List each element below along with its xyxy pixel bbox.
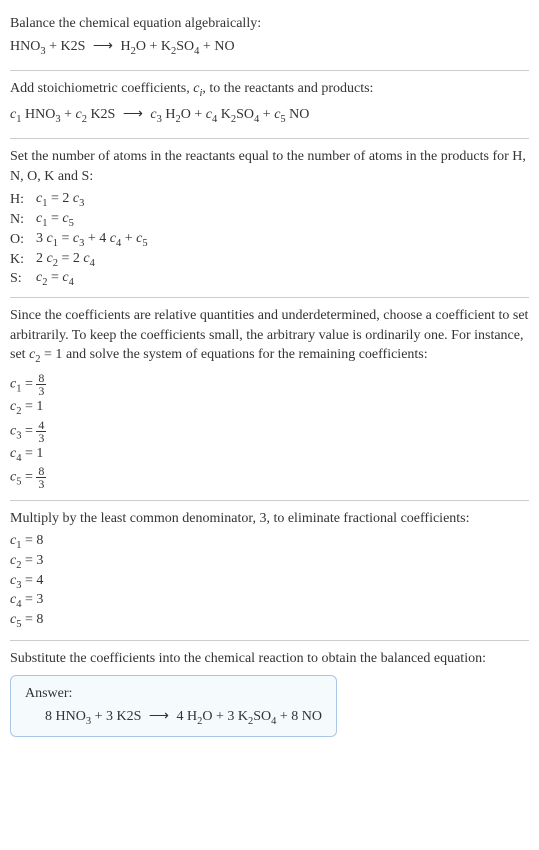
- atoms-intro: Set the number of atoms in the reactants…: [10, 147, 529, 186]
- solve-section: Since the coefficients are relative quan…: [10, 298, 529, 501]
- coeff-item: c1 = 83: [10, 372, 529, 397]
- coeff-item: c4 = 1: [10, 446, 529, 464]
- eq-no: NO: [214, 39, 234, 54]
- fraction: 43: [36, 419, 46, 444]
- coeff-item: c1 = 8: [10, 533, 529, 551]
- fraction: 83: [36, 372, 46, 397]
- answer-equation: 8 HNO3 + 3 K2S ⟶ 4 H2O + 3 K2SO4 + 8 NO: [25, 708, 322, 727]
- solve-coeffs: c1 = 83 c2 = 1 c3 = 43 c4 = 1 c5 = 83: [10, 372, 529, 491]
- arrow-icon: ⟶: [119, 107, 147, 122]
- arrow-icon: ⟶: [145, 709, 173, 724]
- coeff-item: c3 = 4: [10, 573, 529, 591]
- mult-intro: Multiply by the least common denominator…: [10, 509, 529, 529]
- coeff-item: c2 = 1: [10, 399, 529, 417]
- table-row: H: c1 = 2 c3: [10, 190, 156, 210]
- table-row: N: c1 = c5: [10, 210, 156, 230]
- table-row: O: 3 c1 = c3 + 4 c4 + c5: [10, 230, 156, 250]
- solve-intro: Since the coefficients are relative quan…: [10, 306, 529, 368]
- eq-k2so4: K2SO4: [161, 39, 200, 54]
- answer-label: Answer:: [25, 686, 322, 702]
- final-intro: Substitute the coefficients into the che…: [10, 649, 529, 669]
- eq-hno3: HNO3: [10, 39, 46, 54]
- coeff-item: c5 = 8: [10, 612, 529, 630]
- coeff-item: c3 = 43: [10, 419, 529, 444]
- coeff-item: c5 = 83: [10, 465, 529, 490]
- eq-k2s: K2S: [61, 39, 86, 54]
- atoms-section: Set the number of atoms in the reactants…: [10, 139, 529, 298]
- table-row: S: c2 = c4: [10, 269, 156, 289]
- stoich-section: Add stoichiometric coefficients, ci, to …: [10, 71, 529, 139]
- intro-text: Balance the chemical equation algebraica…: [10, 14, 529, 34]
- eq-h2o: H2O: [120, 39, 146, 54]
- answer-box: Answer: 8 HNO3 + 3 K2S ⟶ 4 H2O + 3 K2SO4…: [10, 675, 337, 738]
- coeff-item: c4 = 3: [10, 592, 529, 610]
- mult-section: Multiply by the least common denominator…: [10, 501, 529, 641]
- coeff-item: c2 = 3: [10, 553, 529, 571]
- arrow-icon: ⟶: [89, 39, 117, 54]
- stoich-intro: Add stoichiometric coefficients, ci, to …: [10, 79, 529, 101]
- fraction: 83: [36, 465, 46, 490]
- intro-section: Balance the chemical equation algebraica…: [10, 6, 529, 71]
- table-row: K: 2 c2 = 2 c4: [10, 250, 156, 270]
- intro-equation: HNO3 + K2S ⟶ H2O + K2SO4 + NO: [10, 37, 529, 59]
- final-section: Substitute the coefficients into the che…: [10, 641, 529, 745]
- stoich-equation: c1 HNO3 + c2 K2S ⟶ c3 H2O + c4 K2SO4 + c…: [10, 105, 529, 127]
- atoms-table: H: c1 = 2 c3 N: c1 = c5 O: 3 c1 = c3 + 4…: [10, 190, 156, 289]
- mult-coeffs: c1 = 8 c2 = 3 c3 = 4 c4 = 3 c5 = 8: [10, 533, 529, 630]
